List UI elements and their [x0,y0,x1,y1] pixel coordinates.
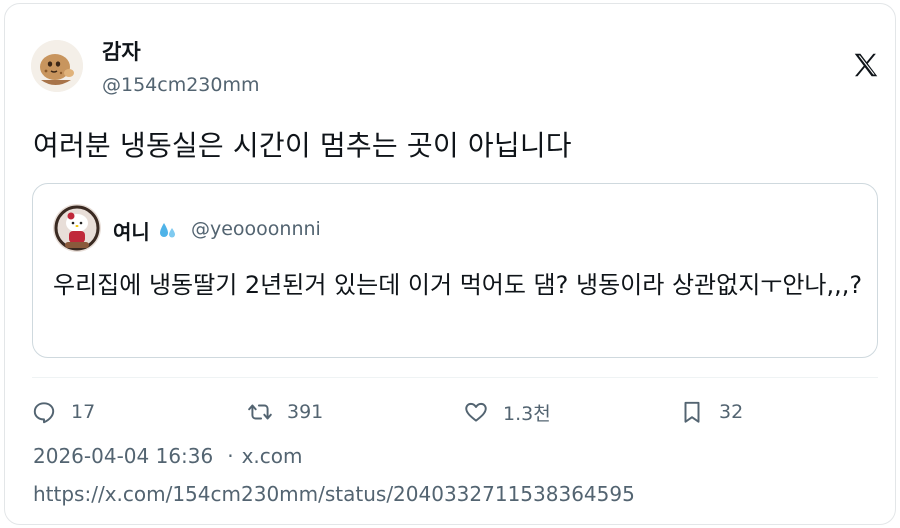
tweet-card: 감자 @154cm230mm 여러분 냉동실은 시간이 멈추는 곳이 아닙니다 … [4,3,896,525]
character-avatar-icon [53,204,101,252]
quoted-author-name[interactable]: 여니 [113,216,150,245]
source-link[interactable]: x.com [242,444,303,468]
divider [32,377,878,378]
tweet-meta: 2026-04-04 16:36 · x.com [33,444,303,468]
repost-count: 391 [287,401,324,423]
repost-button[interactable]: 391 [247,397,323,427]
repost-icon [248,404,272,420]
sweat-droplets-icon [157,220,179,242]
heart-icon [465,402,487,422]
author-handle[interactable]: @154cm230mm [102,74,260,96]
quoted-tweet-text: 우리집에 냉동딸기 2년된거 있는데 이거 먹어도 댐? 냉동이라 상관없지ㅜ안… [53,271,863,299]
meta-separator: · [227,444,234,468]
reply-button[interactable]: 17 [31,397,95,427]
timestamp[interactable]: 2026-04-04 16:36 [33,444,213,468]
tweet-text: 여러분 냉동실은 시간이 멈추는 곳이 아닙니다 [33,129,572,162]
author-display-name[interactable]: 감자 [102,36,141,66]
quoted-author-avatar[interactable] [53,204,101,252]
potato-avatar-icon [31,40,83,92]
bookmark-button[interactable]: 32 [679,397,743,427]
bookmark-count: 32 [719,401,744,423]
reply-icon [33,402,55,424]
reply-count: 17 [71,401,96,423]
author-avatar[interactable] [31,40,83,92]
quoted-author-handle[interactable]: @yeoooonnni [191,218,321,240]
bookmark-icon [684,401,700,423]
x-logo-icon[interactable] [851,50,881,80]
like-count: 1.3천 [503,402,551,425]
like-button[interactable]: 1.3천 [463,397,551,427]
status-url[interactable]: https://x.com/154cm230mm/status/20403327… [33,482,635,506]
quoted-tweet[interactable]: 여니 @yeoooonnni 우리집에 냉동딸기 2년된거 있는데 이거 먹어도… [32,183,878,358]
